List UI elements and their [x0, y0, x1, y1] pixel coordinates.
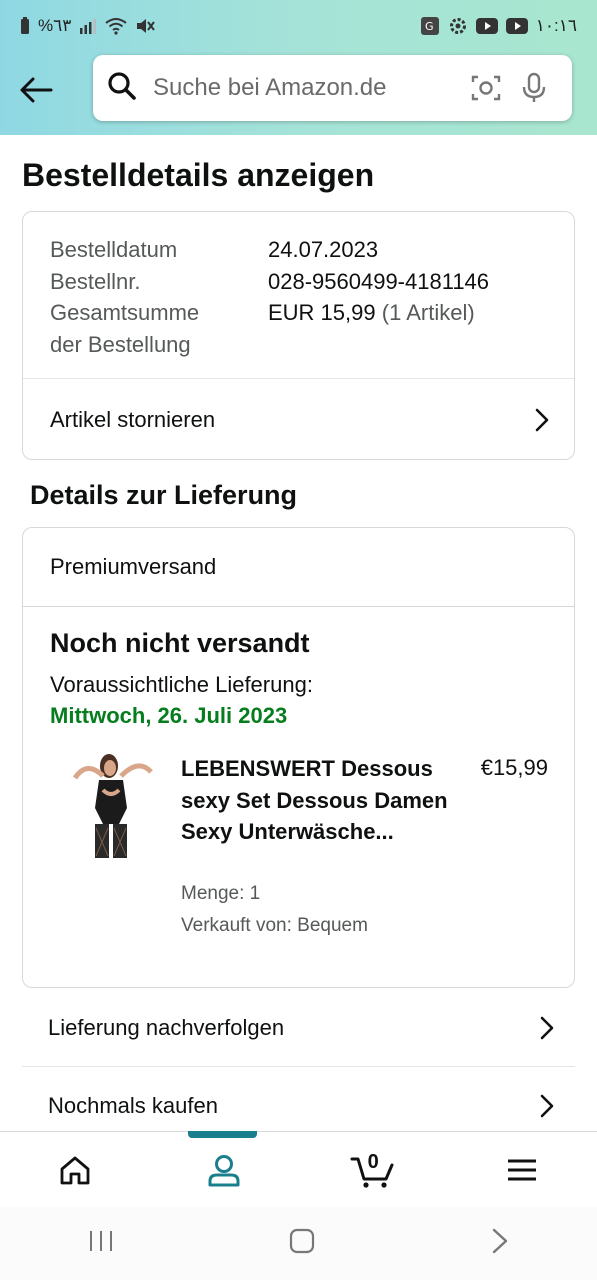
divider [23, 606, 574, 607]
microphone-icon [522, 72, 546, 102]
order-summary-card: Bestelldatum 24.07.2023 Bestellnr. 028-9… [22, 211, 575, 460]
youtube-icon [505, 18, 528, 34]
delivery-card: Premiumversand Noch nicht versandt Vorau… [22, 527, 575, 988]
order-number-row: Bestellnr. 028-9560499-4181146 [50, 266, 489, 298]
order-total-value: EUR 15,99 (1 Artikel) [268, 297, 475, 329]
estimated-delivery-date: Mittwoch, 26. Juli 2023 [50, 703, 288, 728]
tab-cart[interactable]: 0 [328, 1135, 418, 1205]
delivery-section-title: Details zur Lieferung [30, 480, 298, 510]
tab-account[interactable] [179, 1135, 269, 1205]
translate-app-icon: G [420, 16, 440, 36]
cancel-items-button[interactable]: Artikel stornieren [23, 379, 574, 460]
youtube-icon [475, 18, 498, 34]
camera-search-button[interactable] [462, 64, 510, 112]
search-icon [107, 71, 137, 106]
order-total-row: Gesamtsumme EUR 15,99 (1 Artikel) [50, 297, 489, 329]
signal-icon [79, 18, 97, 34]
order-date-label: Bestelldatum [50, 237, 178, 262]
cancel-items-label: Artikel stornieren [50, 406, 216, 432]
order-info: Bestelldatum 24.07.2023 Bestellnr. 028-9… [50, 234, 489, 360]
bottom-tab-bar: 0 [0, 1131, 597, 1207]
home-icon [60, 1156, 90, 1184]
recent-apps-icon [89, 1231, 112, 1251]
battery-level: %٦٣ [38, 16, 72, 35]
product-image[interactable] [65, 750, 157, 860]
search-bar[interactable]: Suche bei Amazon.de [93, 55, 572, 121]
order-total-label-cont: der Bestellung [50, 331, 191, 357]
back-nav-button[interactable] [491, 1227, 509, 1260]
estimated-delivery-label: Voraussichtliche Lieferung: [50, 672, 313, 697]
cart-count-badge: 0 [367, 1150, 379, 1173]
order-date-value: 24.07.2023 [268, 237, 379, 262]
order-total-amount: EUR 15,99 [268, 300, 376, 325]
arrow-left-icon [20, 77, 53, 103]
voice-search-button[interactable] [510, 64, 558, 112]
wifi-icon [105, 17, 128, 35]
order-total-label-cont-row: der Bestellung [50, 329, 489, 361]
svg-text:G: G [425, 20, 434, 33]
mute-icon [135, 17, 156, 35]
tab-menu[interactable] [477, 1135, 567, 1205]
order-number-label: Bestellnr. [50, 268, 141, 294]
product-title-link[interactable]: LEBENSWERT Dessous sexy Set Dessous Dame… [181, 753, 451, 848]
shipping-method-label: Premiumversand [50, 554, 217, 579]
active-tab-indicator [188, 1131, 257, 1138]
product-seller: Verkauft von: Bequem [181, 915, 368, 936]
home-nav-button[interactable] [289, 1228, 315, 1259]
shipping-method: Premiumversand [23, 528, 574, 606]
battery-icon [20, 17, 30, 35]
home-nav-icon [290, 1228, 315, 1254]
account-icon [208, 1154, 240, 1186]
buy-again-label: Nochmals kaufen [48, 1092, 218, 1118]
order-total-label: Gesamtsumme [50, 300, 200, 325]
search-input[interactable]: Suche bei Amazon.de [153, 74, 462, 102]
track-delivery-label: Lieferung nachverfolgen [48, 1014, 285, 1040]
back-button[interactable] [14, 68, 58, 112]
product-price: €15,99 [480, 755, 548, 780]
page-title: Bestelldetails anzeigen [22, 157, 375, 193]
chevron-right-icon [540, 1016, 554, 1039]
chevron-right-icon [535, 408, 549, 431]
order-date-row: Bestelldatum 24.07.2023 [50, 234, 489, 266]
hamburger-menu-icon [508, 1159, 537, 1180]
order-item-count: (1 Artikel) [381, 300, 475, 325]
chevron-right-icon [540, 1094, 554, 1117]
camera-icon [471, 75, 501, 101]
track-delivery-button[interactable]: Lieferung nachverfolgen [22, 989, 575, 1067]
settings-icon [448, 16, 468, 36]
chevron-right-icon [492, 1228, 508, 1254]
recent-apps-button[interactable] [88, 1229, 114, 1258]
product-quantity: Menge: 1 [181, 883, 261, 904]
order-number-value: 028-9560499-4181146 [268, 268, 490, 294]
system-navigation-bar [0, 1207, 597, 1280]
tab-home[interactable] [30, 1135, 120, 1205]
clock: ١٠:١٦ [535, 16, 577, 35]
shipment-status: Noch nicht versandt [50, 628, 310, 658]
status-bar: %٦٣ G ١٠:١٦ [0, 0, 597, 52]
